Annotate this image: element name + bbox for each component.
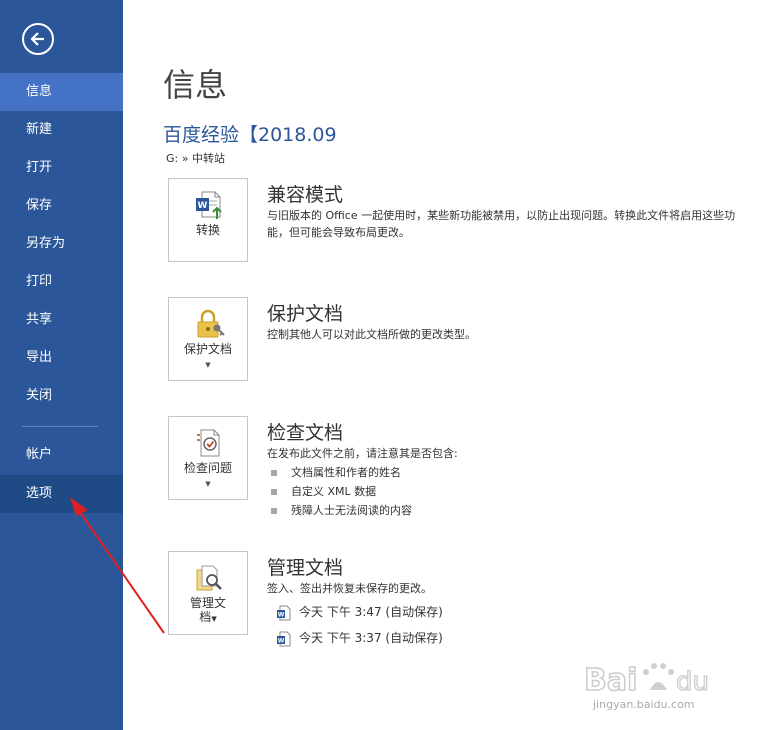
check-issues-button[interactable]: 检查问题 ▼ (168, 416, 248, 500)
svg-text:du: du (676, 667, 709, 697)
nav-item-options[interactable]: 选项 (0, 475, 123, 513)
watermark-url: jingyan.baidu.com (593, 698, 695, 711)
nav-item-save-as[interactable]: 另存为 (0, 225, 123, 263)
nav-item-open[interactable]: 打开 (0, 149, 123, 187)
page-title: 信息 (163, 66, 228, 104)
svg-text:W: W (198, 201, 208, 211)
convert-button-label: 转换 (195, 223, 220, 237)
nav-item-new[interactable]: 新建 (0, 111, 123, 149)
info-panel: 信息 百度经验【2018.09 G: » 中转站 W 转换 兼容模式 与旧版本的… (123, 0, 762, 730)
nav-item-share[interactable]: 共享 (0, 301, 123, 339)
document-path[interactable]: G: » 中转站 (166, 150, 225, 166)
convert-button[interactable]: W 转换 (168, 178, 248, 262)
back-arrow-icon (30, 32, 44, 46)
nav-divider (22, 426, 98, 427)
autosave-version-item[interactable]: W 今天 下午 3:37 (自动保存) (277, 629, 443, 647)
inspect-document-desc: 在发布此文件之前，请注意其是否包含: (267, 447, 458, 460)
backstage-sidebar: 信息 新建 打开 保存 另存为 打印 共享 导出 关闭 帐户 选项 (0, 0, 123, 730)
back-button[interactable] (22, 23, 54, 55)
protect-document-button-label: 保护文档 (183, 342, 232, 356)
protect-document-title: 保护文档 (267, 303, 344, 325)
inspect-bullet: 残障人士无法阅读的内容 (271, 502, 412, 518)
manage-document-title: 管理文档 (267, 557, 344, 579)
manage-document-icon (196, 565, 222, 591)
inspect-document-title: 检查文档 (267, 422, 344, 444)
check-issues-button-label: 检查问题 (183, 461, 232, 475)
nav-item-export[interactable]: 导出 (0, 339, 123, 377)
manage-document-desc: 签入、签出并恢复未保存的更改。 (267, 582, 432, 595)
nav-item-print[interactable]: 打印 (0, 263, 123, 301)
word-document-icon: W (277, 631, 291, 646)
nav-item-save[interactable]: 保存 (0, 187, 123, 225)
compat-mode-desc: 与旧版本的 Office 一起使用时，某些新功能被禁用，以防止出现问题。转换此文… (267, 209, 736, 239)
nav-item-info[interactable]: 信息 (0, 73, 123, 111)
nav-item-account[interactable]: 帐户 (0, 436, 123, 474)
nav-item-close[interactable]: 关闭 (0, 377, 123, 415)
compat-mode-title: 兼容模式 (267, 184, 344, 206)
svg-text:Bai: Bai (584, 663, 637, 698)
manage-document-button-label: 管理文 档▼ (189, 596, 226, 624)
protect-document-desc: 控制其他人可以对此文档所做的更改类型。 (267, 328, 476, 341)
svg-text:W: W (278, 611, 285, 618)
protect-document-button[interactable]: 保护文档 ▼ (168, 297, 248, 381)
dropdown-caret-icon: ▼ (205, 480, 211, 488)
inspect-bullet: 文档属性和作者的姓名 (271, 464, 401, 480)
inspect-bullet: 自定义 XML 数据 (271, 483, 376, 499)
baidu-jingyan-logo: Bai du (584, 662, 710, 699)
lock-key-icon (197, 309, 225, 338)
inspect-document-icon (197, 429, 220, 457)
word-convert-icon: W (196, 191, 222, 219)
dropdown-caret-icon: ▼ (205, 361, 211, 369)
svg-text:W: W (278, 637, 285, 644)
word-document-icon: W (277, 605, 291, 620)
document-name: 百度经验【2018.09 (163, 124, 337, 146)
autosave-version-item[interactable]: W 今天 下午 3:47 (自动保存) (277, 603, 443, 621)
manage-document-button[interactable]: 管理文 档▼ (168, 551, 248, 635)
